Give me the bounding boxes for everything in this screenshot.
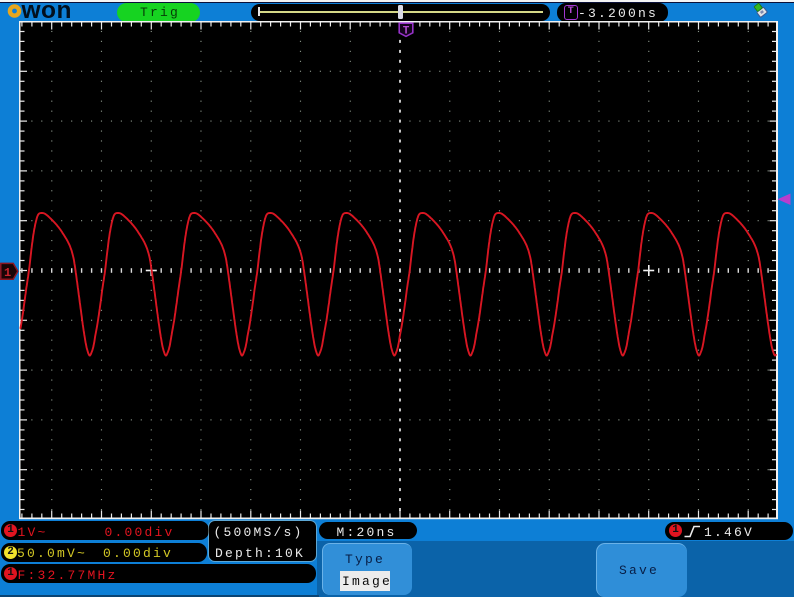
svg-text:T: T — [403, 26, 410, 38]
svg-text:1: 1 — [4, 266, 11, 280]
